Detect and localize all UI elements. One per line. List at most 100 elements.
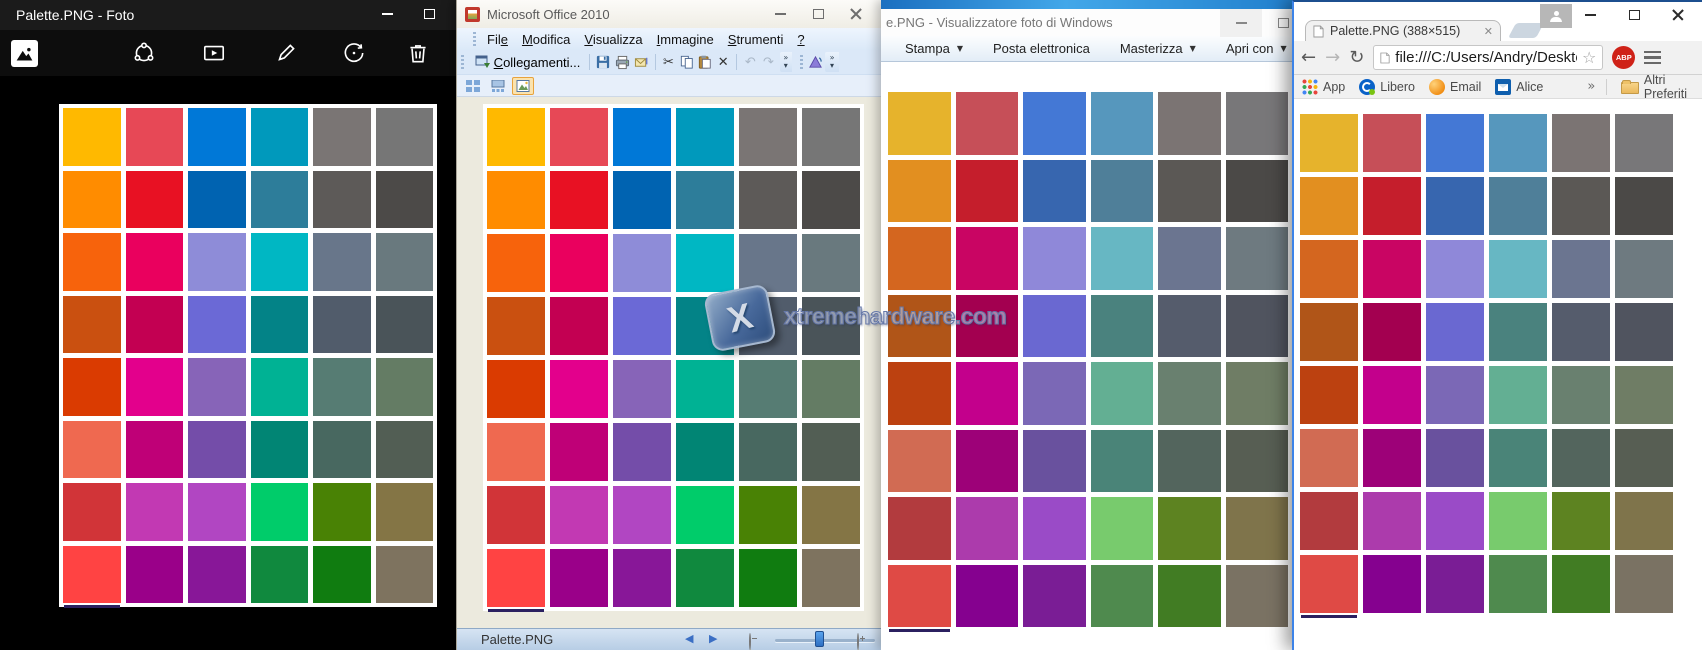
color-swatch — [1226, 92, 1289, 155]
close-button[interactable] — [837, 0, 875, 28]
color-swatch — [550, 423, 608, 481]
color-swatch — [1552, 240, 1610, 298]
edit-button[interactable] — [272, 39, 300, 67]
color-swatch — [487, 486, 545, 544]
bookmark-email[interactable]: Email — [1429, 79, 1481, 95]
color-swatch — [888, 295, 951, 358]
print-button[interactable] — [615, 54, 630, 70]
color-swatch — [802, 234, 860, 292]
color-swatch — [550, 486, 608, 544]
delete-button[interactable] — [404, 39, 432, 67]
color-swatch — [1091, 497, 1154, 560]
maximize-button[interactable] — [408, 0, 450, 28]
save-icon — [596, 55, 610, 69]
reload-button[interactable]: ↻ — [1349, 47, 1364, 68]
menu-file[interactable]: File — [480, 30, 515, 49]
menu-modifica[interactable]: Modifica — [515, 30, 577, 49]
collegamenti-button[interactable]: Collegamenti... — [472, 52, 584, 72]
see-all-photos-button[interactable] — [10, 39, 38, 67]
color-swatch — [1091, 160, 1154, 223]
chevron-down-icon: ▼ — [1281, 44, 1287, 53]
thumbnail-view-button[interactable] — [462, 77, 484, 95]
adblock-plus-icon[interactable]: ABP — [1612, 46, 1635, 69]
color-swatch — [1300, 303, 1358, 361]
bookmark-alice[interactable]: Alice — [1495, 79, 1543, 95]
filmstrip-view-button[interactable] — [487, 77, 509, 95]
menu-help[interactable]: ? — [790, 30, 811, 49]
color-swatch — [1489, 240, 1547, 298]
color-swatch — [1226, 227, 1289, 290]
bookmarks-overflow-chevron[interactable]: » — [1587, 80, 1595, 93]
copy-button[interactable] — [680, 54, 694, 70]
tab-title: Palette.PNG (388×515) — [1330, 24, 1478, 38]
color-swatch — [802, 423, 860, 481]
chevron-down-icon: ▼ — [957, 44, 963, 53]
menu-visualizza[interactable]: Visualizza — [577, 30, 649, 49]
menu-button[interactable] — [1644, 51, 1661, 65]
color-swatch — [1426, 492, 1484, 550]
photos-toolbar — [0, 30, 456, 76]
zoom-out-icon[interactable] — [749, 633, 751, 650]
menu-immagine[interactable]: Immagine — [650, 30, 721, 49]
color-swatch — [376, 546, 434, 604]
forward-button[interactable]: → — [1325, 47, 1340, 68]
minimize-icon — [1236, 22, 1247, 24]
minimize-button[interactable] — [366, 0, 408, 28]
address-bar[interactable]: file:///C:/Users/Andry/Deskto ☆ — [1373, 45, 1603, 70]
color-swatch — [739, 234, 797, 292]
bookmark-libero[interactable]: Libero — [1359, 79, 1415, 95]
close-button[interactable] — [1656, 2, 1700, 28]
maximize-button[interactable] — [1612, 2, 1656, 28]
color-swatch — [1552, 177, 1610, 235]
cut-button[interactable]: ✂ — [661, 54, 675, 70]
color-swatch — [1426, 429, 1484, 487]
office-title: Microsoft Office 2010 — [487, 7, 610, 22]
toolbar-overflow-button[interactable]: »▾ — [780, 52, 792, 72]
zoom-slider-handle[interactable] — [815, 631, 824, 647]
edit-pictures-button[interactable] — [807, 54, 823, 70]
single-picture-view-button[interactable] — [512, 77, 534, 95]
toolbar-item-posta-elettronica[interactable]: Posta elettronica — [993, 41, 1090, 56]
email-icon — [1429, 79, 1445, 95]
paste-button[interactable] — [698, 54, 712, 70]
previous-picture-button[interactable]: ◀ — [685, 632, 693, 645]
minimize-button[interactable] — [761, 0, 799, 28]
maximize-button[interactable] — [1262, 9, 1292, 37]
folder-icon — [1621, 82, 1639, 94]
toolbar-item-masterizza[interactable]: Masterizza▼ — [1120, 41, 1196, 56]
undo-button[interactable]: ↶ — [743, 54, 757, 70]
new-tab-button[interactable] — [1508, 23, 1544, 38]
mail-attach-button[interactable] — [634, 54, 649, 70]
bookmark-star-icon[interactable]: ☆ — [1582, 50, 1596, 66]
toolbar-item-stampa[interactable]: Stampa▼ — [905, 41, 963, 56]
color-swatch — [126, 108, 184, 166]
redo-button[interactable]: ↷ — [761, 54, 775, 70]
delete-button[interactable]: ✕ — [716, 54, 730, 70]
alice-icon — [1495, 79, 1511, 95]
slideshow-button[interactable] — [200, 39, 228, 67]
close-tab-icon[interactable]: ✕ — [1484, 26, 1493, 37]
save-button[interactable] — [596, 54, 610, 70]
color-swatch — [487, 423, 545, 481]
menu-strumenti[interactable]: Strumenti — [721, 30, 791, 49]
minimize-button[interactable] — [1568, 2, 1612, 28]
color-swatch — [313, 483, 371, 541]
color-swatch — [613, 234, 671, 292]
share-button[interactable] — [130, 39, 158, 67]
next-picture-button[interactable]: ▶ — [709, 632, 717, 645]
zoom-in-icon[interactable] — [857, 633, 859, 650]
bookmark-altri-preferiti[interactable]: Altri Preferiti — [1621, 73, 1687, 101]
browser-tab[interactable]: Palette.PNG (388×515) ✕ — [1305, 20, 1501, 41]
zoom-slider-track[interactable] — [775, 639, 875, 642]
maximize-button[interactable] — [799, 0, 837, 28]
back-button[interactable]: ← — [1301, 47, 1316, 68]
bookmark-app[interactable]: App — [1302, 79, 1345, 95]
rotate-button[interactable] — [340, 39, 368, 67]
separator — [589, 54, 590, 70]
color-swatch — [550, 360, 608, 418]
window-chrome: Palette.PNG (388×515) ✕ ← → ↻ file:///C:… — [1292, 0, 1702, 650]
minimize-button[interactable] — [1220, 9, 1262, 37]
color-swatch — [1091, 362, 1154, 425]
toolbar-item-apri-con[interactable]: Apri con▼ — [1226, 41, 1287, 56]
toolbar-overflow-button[interactable]: »▾ — [825, 52, 839, 72]
